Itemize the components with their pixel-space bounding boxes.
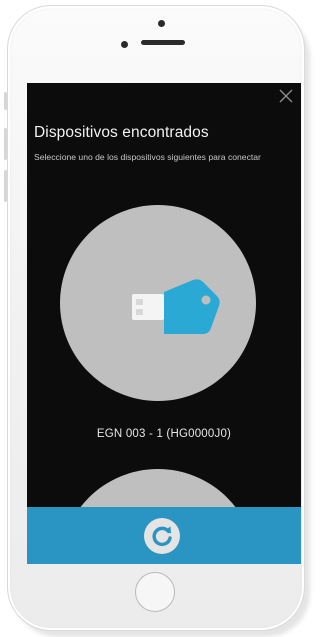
page-subtitle: Seleccione uno de los dispositivos sigui… [34,152,261,162]
mute-switch [4,92,7,110]
home-button[interactable] [135,572,175,612]
volume-up-button [4,128,7,160]
earpiece-speaker [141,40,185,45]
usb-key-icon [132,279,220,334]
volume-down-button [4,170,7,202]
bottom-bar [27,507,301,564]
close-icon [279,89,293,103]
page: Dispositivos encontrados Seleccione uno … [0,0,310,637]
refresh-icon [152,526,172,547]
page-title: Dispositivos encontrados [34,124,209,141]
front-camera [158,20,165,27]
device-name[interactable]: EGN 003 - 1 (HG0000J0) [27,428,301,440]
refresh-button[interactable] [144,518,180,554]
close-button[interactable] [277,87,295,105]
app-screen: Dispositivos encontrados Seleccione uno … [27,83,301,564]
device-card[interactable] [60,205,256,401]
proximity-sensor [121,41,128,48]
